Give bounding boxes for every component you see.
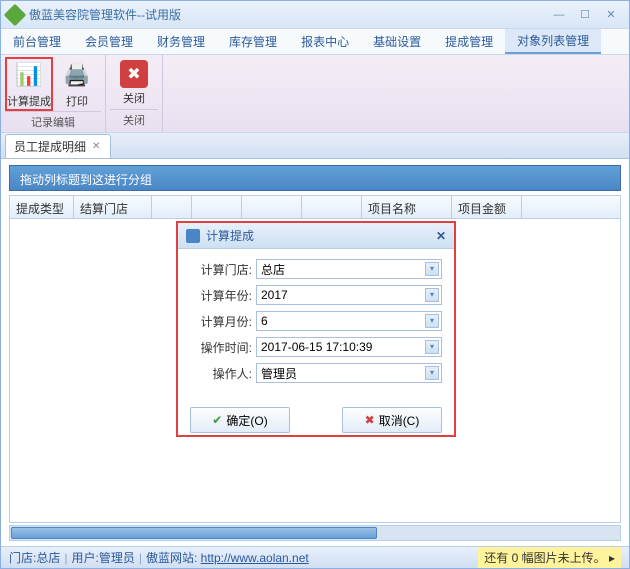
dialog-icon [186,229,200,243]
window-close-button[interactable]: ✕ [599,7,623,23]
status-link[interactable]: http://www.aolan.net [201,551,309,565]
horizontal-scrollbar[interactable] [9,525,621,541]
chevron-down-icon[interactable]: ▾ [425,314,439,328]
grid-col-7[interactable]: 项目金额 [452,196,522,218]
calc-commission-button-label: 计算提成 [7,93,51,109]
ok-label: 确定(O) [226,412,267,429]
field-year-label: 计算年份: [190,287,252,304]
calc-commission-button-icon: 📊 [13,59,45,91]
doc-tab-label: 员工提成明细 [14,138,86,155]
chevron-down-icon[interactable]: ▾ [425,262,439,276]
close-button-icon: ✖ [120,60,148,88]
scrollbar-thumb[interactable] [11,527,377,539]
menu-item-3[interactable]: 库存管理 [217,29,289,54]
status-store-value: 总店 [36,549,60,566]
field-month-label: 计算月份: [190,313,252,330]
ribbon-group-label: 关闭 [110,109,158,130]
menubar: 前台管理会员管理财务管理库存管理报表中心基础设置提成管理对象列表管理 [1,29,629,55]
print-button-label: 打印 [66,93,88,109]
close-button[interactable]: ✖ 关闭 [110,57,158,109]
chevron-down-icon[interactable]: ▾ [425,340,439,354]
dialog-title: 计算提成 [206,227,436,244]
statusbar: 门店: 总店 | 用户: 管理员 | 傲蓝网站: http://www.aola… [1,546,629,568]
grid-col-5[interactable] [302,196,362,218]
ok-button[interactable]: ✔ 确定(O) [190,407,290,433]
titlebar: 傲蓝美容院管理软件--试用版 — ☐ ✕ [1,1,629,29]
x-icon: ✖ [365,413,375,427]
grid-col-4[interactable] [242,196,302,218]
grid-col-6[interactable]: 项目名称 [362,196,452,218]
menu-item-4[interactable]: 报表中心 [289,29,361,54]
chevron-down-icon[interactable]: ▾ [425,366,439,380]
field-time-label: 操作时间: [190,339,252,356]
grid-col-1[interactable]: 结算门店 [74,196,152,218]
ribbon: 📊计算提成🖨️打印记录编辑✖关闭关闭 [1,55,629,133]
doc-tab-close-icon[interactable]: ✕ [92,141,100,152]
calc-commission-button[interactable]: 📊 计算提成 [5,57,53,111]
group-hint-bar: 拖动列标题到这进行分组 [9,165,621,191]
tab-strip: 员工提成明细 ✕ [1,133,629,159]
status-user-label: 用户: [71,549,98,566]
window-title: 傲蓝美容院管理软件--试用版 [29,6,547,23]
ribbon-group-label: 记录编辑 [5,111,101,132]
field-time-input[interactable]: 2017-06-15 17:10:39 ▾ [256,337,442,357]
minimize-button[interactable]: — [547,7,571,23]
app-icon [4,3,27,26]
field-store-label: 计算门店: [190,261,252,278]
menu-item-2[interactable]: 财务管理 [145,29,217,54]
field-store-value: 总店 [261,261,285,278]
grid-col-3[interactable] [192,196,242,218]
field-store-input[interactable]: 总店 ▾ [256,259,442,279]
status-user-value: 管理员 [99,549,135,566]
menu-item-7[interactable]: 对象列表管理 [505,29,601,54]
check-icon: ✔ [212,413,222,427]
chevron-down-icon[interactable]: ▾ [425,288,439,302]
grid-col-2[interactable] [152,196,192,218]
menu-item-6[interactable]: 提成管理 [433,29,505,54]
field-operator-value: 管理员 [261,365,297,382]
menu-item-5[interactable]: 基础设置 [361,29,433,54]
field-year-input[interactable]: 2017 ▾ [256,285,442,305]
right-arrow-icon[interactable]: ▸ [609,551,615,565]
calc-commission-dialog: 计算提成 ✕ 计算门店:总店▾计算年份:2017▾计算月份:6▾操作时间:201… [176,221,456,437]
field-month-value: 6 [261,314,268,328]
cancel-button[interactable]: ✖ 取消(C) [342,407,442,433]
status-store-label: 门店: [9,549,36,566]
cancel-label: 取消(C) [379,412,420,429]
doc-tab[interactable]: 员工提成明细 ✕ [5,134,111,158]
grid-col-0[interactable]: 提成类型 [10,196,74,218]
field-month-input[interactable]: 6▾ [256,311,442,331]
print-button[interactable]: 🖨️ 打印 [53,57,101,111]
dialog-close-button[interactable]: ✕ [436,229,446,243]
status-link-label: 傲蓝网站: [146,549,197,566]
grid-header: 提成类型结算门店 项目名称项目金额 [9,195,621,219]
maximize-button[interactable]: ☐ [573,7,597,23]
menu-item-0[interactable]: 前台管理 [1,29,73,54]
field-time-value: 2017-06-15 17:10:39 [261,340,372,354]
close-button-label: 关闭 [123,90,145,106]
field-operator-label: 操作人: [190,365,252,382]
menu-item-1[interactable]: 会员管理 [73,29,145,54]
print-button-icon: 🖨️ [61,59,93,91]
field-year-value: 2017 [261,288,288,302]
status-right-text: 还有 0 幅图片未上传。 [484,551,605,565]
dialog-titlebar: 计算提成 ✕ [178,223,454,249]
field-operator-input[interactable]: 管理员 ▾ [256,363,442,383]
